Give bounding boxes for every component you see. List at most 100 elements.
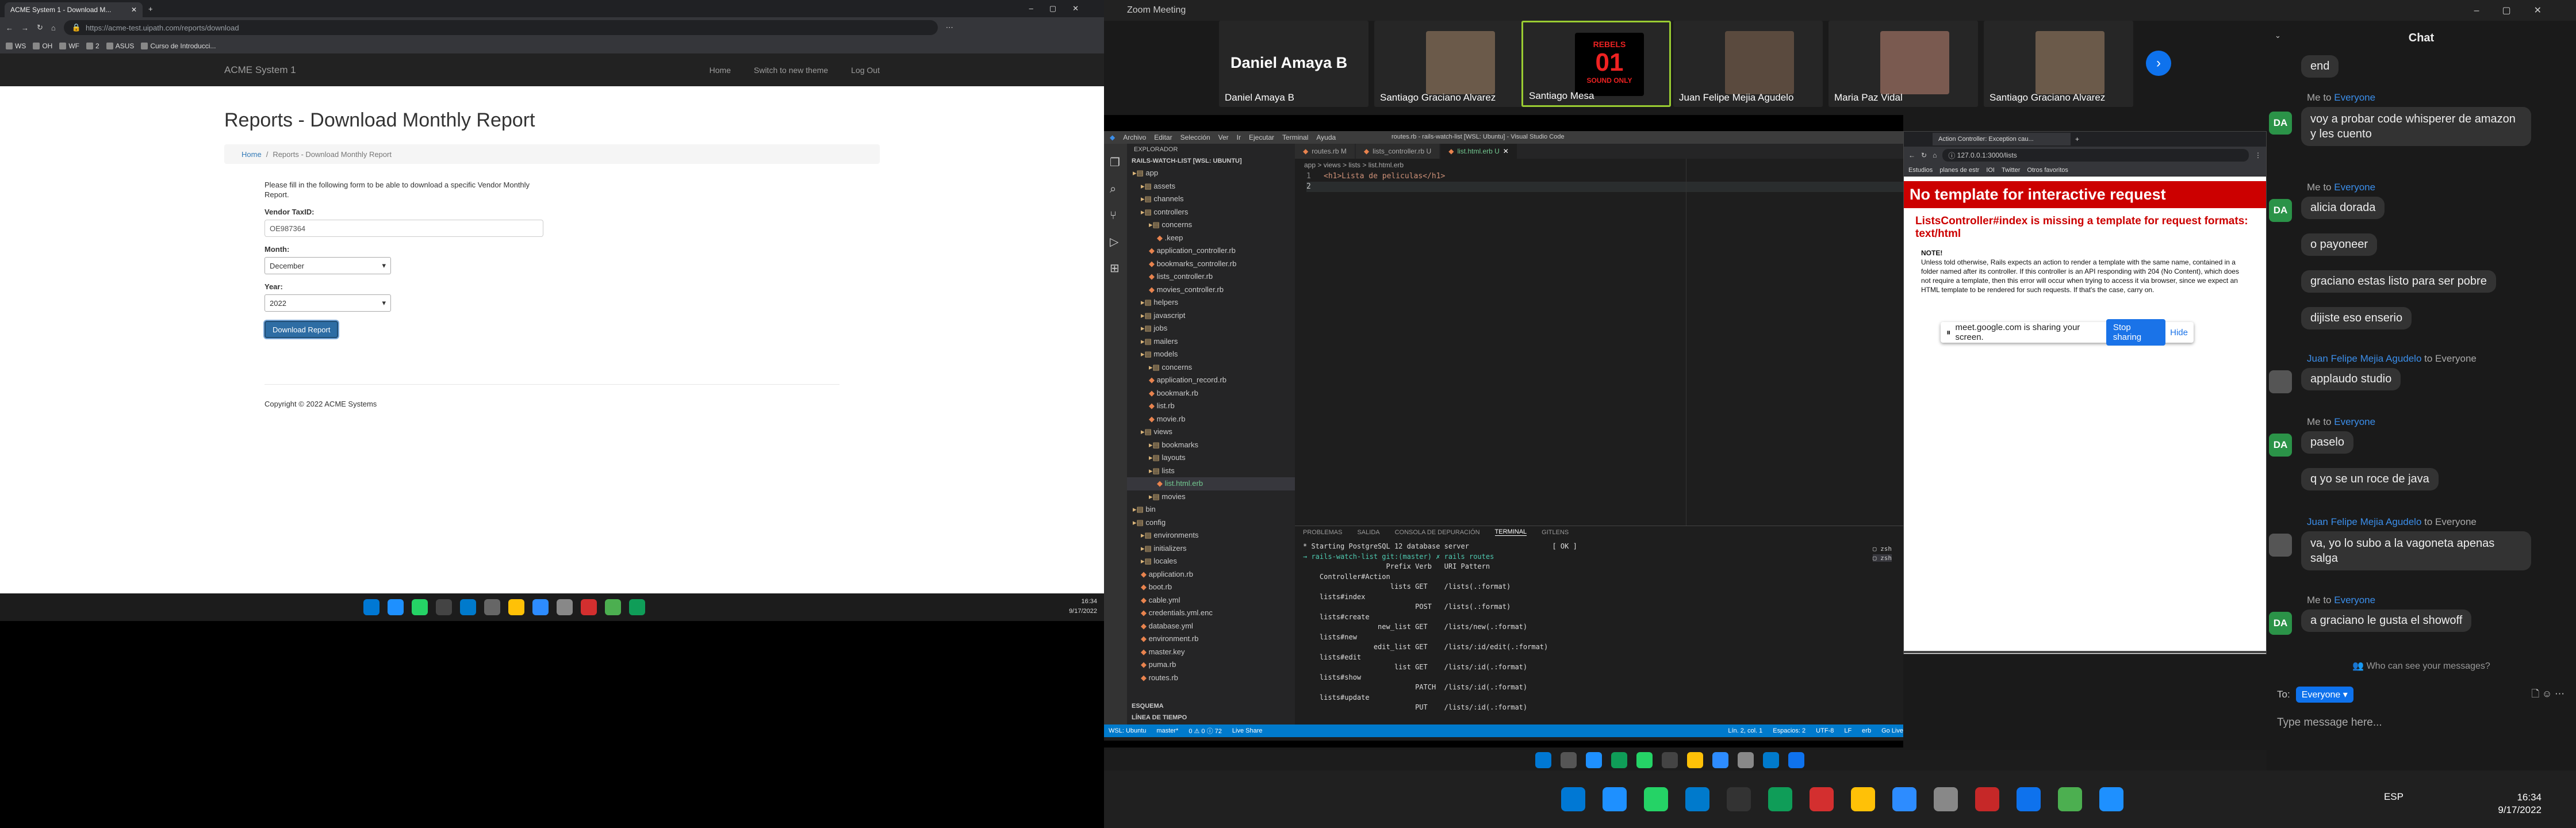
- terminal-icon[interactable]: [1727, 787, 1751, 811]
- app-icon[interactable]: [2058, 787, 2082, 811]
- message-input[interactable]: Type message here...: [2267, 706, 2576, 739]
- terminal-output[interactable]: * Starting PostgreSQL 12 database server…: [1295, 538, 1903, 716]
- home-icon[interactable]: ⌂: [1933, 151, 1937, 159]
- edge-icon[interactable]: [2099, 787, 2123, 811]
- new-tab-icon[interactable]: +: [2075, 135, 2079, 143]
- explorer-icon[interactable]: [1687, 752, 1703, 768]
- file-item[interactable]: ◆ movies_controller.rb: [1127, 283, 1295, 297]
- panel-tab[interactable]: PROBLEMAS: [1303, 529, 1342, 536]
- search-icon[interactable]: ⌕: [1110, 176, 1121, 202]
- folder-item[interactable]: ▸▤ controllers: [1127, 206, 1295, 219]
- menu-icon[interactable]: ⋮: [2255, 151, 2261, 159]
- file-item[interactable]: ◆ lists_controller.rb: [1127, 270, 1295, 283]
- window-controls[interactable]: –▢✕: [1029, 4, 1095, 13]
- participant-tile[interactable]: Maria Paz Vidal: [1828, 21, 1978, 107]
- participant-tile[interactable]: Santiago Graciano Alvarez: [1984, 21, 2133, 107]
- vscode-icon[interactable]: [1685, 787, 1709, 811]
- file-item[interactable]: ◆ bookmark.rb: [1127, 387, 1295, 400]
- participant-tile[interactable]: Santiago Graciano Alvarez: [1374, 21, 1524, 107]
- file-item[interactable]: ◆ environment.rb: [1127, 632, 1295, 646]
- address-bar[interactable]: ⓘ 127.0.0.1:3000/lists: [1942, 149, 2249, 162]
- folder-item[interactable]: ▸▤ assets: [1127, 180, 1295, 193]
- app-icon[interactable]: [581, 599, 597, 615]
- file-item[interactable]: ◆ database.yml: [1127, 620, 1295, 633]
- menu-item[interactable]: Ver: [1218, 133, 1229, 141]
- file-item[interactable]: ◆ credentials.yml.enc: [1127, 607, 1295, 620]
- reload-icon[interactable]: ↻: [37, 23, 43, 32]
- back-icon[interactable]: ←: [1908, 151, 1915, 159]
- bookmark-item[interactable]: ASUS: [106, 42, 134, 50]
- bookmark-item[interactable]: WF: [59, 42, 79, 50]
- file-item[interactable]: ◆ movie.rb: [1127, 413, 1295, 426]
- hide-button[interactable]: Hide: [2170, 328, 2188, 338]
- folder-item[interactable]: ▸▤ views: [1127, 425, 1295, 439]
- window-controls[interactable]: –▢✕: [2474, 5, 2564, 16]
- language-indicator[interactable]: ESP: [2384, 791, 2404, 803]
- participant-tile[interactable]: Daniel Amaya B Daniel Amaya B: [1219, 21, 1368, 107]
- month-select[interactable]: December ▾: [264, 257, 391, 274]
- extensions-icon[interactable]: ⋯: [946, 23, 953, 32]
- folder-item[interactable]: ▸▤ javascript: [1127, 309, 1295, 323]
- folder-item[interactable]: ▸▤ helpers: [1127, 296, 1295, 309]
- bookmark-item[interactable]: Estudios: [1908, 167, 1933, 174]
- folder-item[interactable]: ▸▤ jobs: [1127, 322, 1295, 335]
- back-icon[interactable]: ←: [6, 24, 13, 32]
- app-icon[interactable]: [605, 599, 621, 615]
- folder-item[interactable]: ▸▤ concerns: [1127, 218, 1295, 232]
- file-item[interactable]: ◆ list.rb: [1127, 400, 1295, 413]
- menu-item[interactable]: Editar: [1154, 133, 1172, 141]
- close-icon[interactable]: ✕: [1503, 147, 1509, 155]
- recipient-select[interactable]: Everyone ▾: [2295, 687, 2353, 703]
- folder-item[interactable]: ▸▤ initializers: [1127, 542, 1295, 555]
- file-item[interactable]: ◆ .keep: [1127, 232, 1295, 245]
- panel-tab[interactable]: GITLENS: [1542, 529, 1569, 536]
- folder-item[interactable]: ▸▤ models: [1127, 348, 1295, 361]
- browser-tab[interactable]: ACME System 1 - Download M... ✕: [5, 2, 143, 17]
- explorer-icon[interactable]: [1851, 787, 1875, 811]
- new-tab-icon[interactable]: +: [148, 5, 153, 13]
- terminal-icon[interactable]: [1662, 752, 1678, 768]
- chevron-down-icon[interactable]: ⌄: [2275, 31, 2281, 40]
- tab-routes[interactable]: ◆ routes.rb M: [1295, 144, 1355, 159]
- status-item[interactable]: 0 ⚠ 0 ⓘ 72: [1189, 726, 1222, 735]
- chrome-icon[interactable]: [629, 599, 645, 615]
- bookmark-item[interactable]: Otros favoritos: [2027, 167, 2068, 174]
- file-item[interactable]: ◆ application.rb: [1127, 568, 1295, 581]
- participant-tile-active[interactable]: REBELS 01 SOUND ONLY Santiago Mesa: [1521, 21, 1671, 107]
- app-icon[interactable]: [484, 599, 500, 615]
- menu-item[interactable]: Archivo: [1123, 133, 1146, 141]
- chrome-icon[interactable]: [1611, 752, 1627, 768]
- address-bar[interactable]: 🔒 https://acme-test.uipath.com/reports/d…: [63, 20, 938, 35]
- tab-list-erb[interactable]: ◆ list.html.erb U ✕: [1440, 144, 1517, 159]
- scrollbar[interactable]: [1904, 651, 2266, 653]
- status-item[interactable]: master*: [1156, 727, 1178, 734]
- bookmark-item[interactable]: 2: [86, 42, 99, 50]
- code-editor[interactable]: app > views > lists > list.html.erb 1 <h1…: [1295, 159, 1903, 526]
- folder-item[interactable]: ▸▤ config: [1127, 516, 1295, 530]
- timeline-section[interactable]: LÍNEA DE TIEMPO: [1132, 714, 1187, 721]
- file-item[interactable]: ◆ master.key: [1127, 646, 1295, 659]
- download-report-button[interactable]: Download Report: [264, 321, 339, 338]
- zoom-icon[interactable]: [1712, 752, 1728, 768]
- settings-icon[interactable]: [1738, 752, 1754, 768]
- folder-item[interactable]: ▸▤ concerns: [1127, 361, 1295, 374]
- folder-item[interactable]: ▸▤ layouts: [1127, 451, 1295, 465]
- nav-logout[interactable]: Log Out: [851, 66, 880, 75]
- file-icon[interactable]: 🗋 ☺ ⋯: [2532, 687, 2564, 703]
- file-item[interactable]: ◆ bookmarks_controller.rb: [1127, 258, 1295, 271]
- status-item[interactable]: LF: [1844, 727, 1851, 734]
- app-icon[interactable]: [1788, 752, 1804, 768]
- status-item[interactable]: UTF-8: [1816, 727, 1834, 734]
- chrome-icon[interactable]: [1768, 787, 1792, 811]
- participant-tile[interactable]: Juan Felipe Mejia Agudelo: [1673, 21, 1823, 107]
- start-icon[interactable]: [1535, 752, 1551, 768]
- explorer-icon[interactable]: [508, 599, 524, 615]
- edge-icon[interactable]: [388, 599, 404, 615]
- folder-item[interactable]: ▸▤ lists: [1127, 465, 1295, 478]
- nav-home[interactable]: Home: [710, 66, 731, 75]
- forward-icon[interactable]: →: [21, 24, 29, 32]
- folder-item[interactable]: ▸▤ bin: [1127, 503, 1295, 516]
- folder-item[interactable]: ▸▤ movies: [1127, 490, 1295, 504]
- bookmark-item[interactable]: IOI: [1986, 167, 1995, 174]
- extensions-icon[interactable]: ⊞: [1110, 255, 1121, 282]
